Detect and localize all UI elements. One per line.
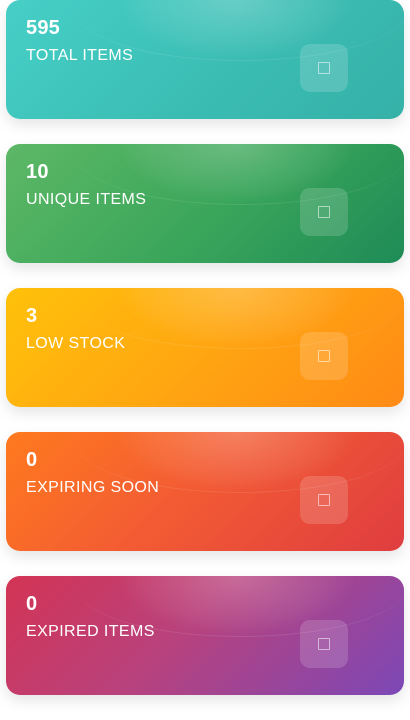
stat-label: LOW STOCK	[26, 335, 126, 352]
stat-icon-container	[300, 188, 348, 236]
stat-label: EXPIRED ITEMS	[26, 623, 155, 640]
stat-card-unique-items[interactable]: 10 UNIQUE ITEMS	[6, 144, 404, 263]
box-icon	[318, 638, 330, 650]
box-icon	[318, 206, 330, 218]
stat-label: EXPIRING SOON	[26, 479, 160, 496]
stat-card-expired-items[interactable]: 0 EXPIRED ITEMS	[6, 576, 404, 695]
stat-card-expiring-soon[interactable]: 0 EXPIRING SOON	[6, 432, 404, 551]
stat-icon-container	[300, 620, 348, 668]
box-icon	[318, 350, 330, 362]
stat-card-low-stock[interactable]: 3 LOW STOCK	[6, 288, 404, 407]
stat-card-total-items[interactable]: 595 TOTAL ITEMS	[6, 0, 404, 119]
stat-value: 0	[26, 593, 38, 615]
stat-value: 595	[26, 17, 60, 39]
stat-value: 10	[26, 161, 49, 183]
stat-icon-container	[300, 332, 348, 380]
stat-value: 3	[26, 305, 38, 327]
box-icon	[318, 494, 330, 506]
stat-label: UNIQUE ITEMS	[26, 191, 147, 208]
stats-cards: 595 TOTAL ITEMS 10 UNIQUE ITEMS 3 LOW ST…	[0, 0, 410, 720]
stat-value: 0	[26, 449, 38, 471]
stat-icon-container	[300, 44, 348, 92]
stat-icon-container	[300, 476, 348, 524]
stat-label: TOTAL ITEMS	[26, 47, 134, 64]
box-icon	[318, 62, 330, 74]
